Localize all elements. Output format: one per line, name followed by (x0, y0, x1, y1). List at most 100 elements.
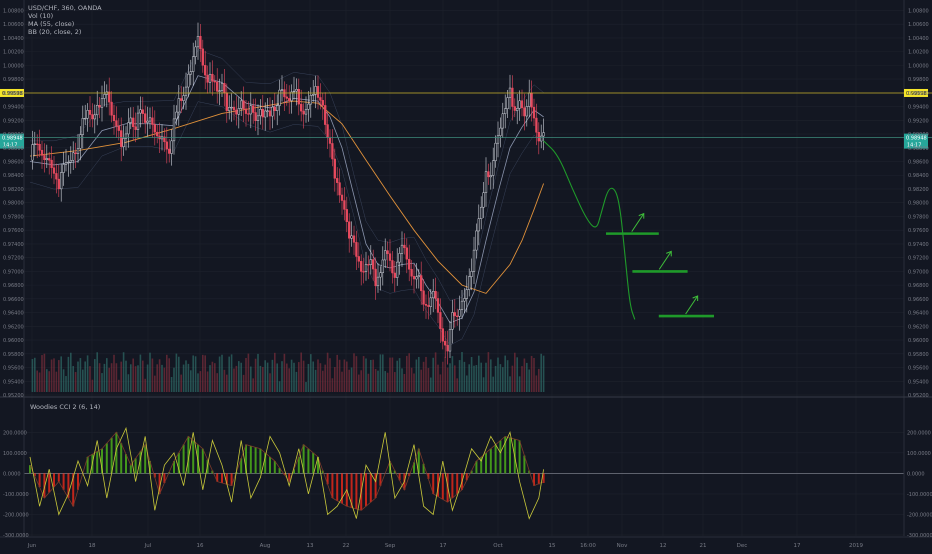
candle-body (352, 235, 356, 243)
candle-body (153, 124, 156, 133)
cci-histogram-bar (509, 437, 511, 474)
volume-bar (456, 378, 458, 392)
candle-body (67, 161, 70, 164)
candle-body (194, 46, 197, 57)
cci-legend[interactable]: Woodies CCI 2 (6, 14) (30, 403, 100, 411)
candle-body (134, 126, 137, 130)
volume-bar (233, 368, 235, 392)
volume-bar (521, 366, 523, 392)
cci-histogram-bar (57, 473, 60, 482)
volume-bar (82, 369, 84, 392)
cci-tick-label-right: 200.0000 (907, 430, 931, 436)
volume-bar (106, 358, 108, 392)
volume-bar (91, 379, 94, 392)
price-tick-label-right: 0.96000 (908, 338, 929, 344)
time-tick-label: 12 (660, 543, 667, 549)
candle-body (338, 182, 341, 196)
candle-body (300, 103, 303, 112)
volume-bar (74, 372, 77, 392)
candle-body (532, 106, 536, 119)
symbol-title[interactable]: USD/CHF, 360, OANDA (28, 4, 102, 12)
price-tick-label-left: 0.97200 (3, 256, 24, 262)
candle-body (213, 81, 216, 83)
candle-body (405, 247, 408, 260)
time-tick-label: Aug (260, 543, 271, 549)
price-tick-label-left: 0.98600 (3, 160, 24, 166)
candle-body (376, 276, 380, 287)
volume-bar (218, 356, 221, 392)
volume-bar (451, 356, 454, 392)
time-tick-label: Jun (27, 543, 37, 549)
volume-bar (458, 360, 461, 392)
candle-body (487, 171, 490, 178)
volume-bar (283, 353, 286, 392)
volume-bar (182, 364, 185, 392)
volume-bar (487, 352, 490, 392)
candle-body (391, 260, 394, 274)
volume-bar (216, 373, 218, 392)
price-tick-label-right: 0.97200 (908, 256, 929, 262)
candle-body (340, 194, 344, 201)
bb-legend[interactable]: BB (20, close, 2) (28, 28, 102, 36)
candle-body (396, 261, 399, 278)
candle-body (326, 124, 329, 138)
candle-body (463, 298, 466, 302)
cci-histogram-bar (182, 444, 185, 474)
cci-histogram-bar (269, 456, 271, 474)
price-tick-label-right: 0.98000 (908, 201, 929, 207)
candle-body (364, 264, 368, 272)
candle-body (268, 110, 272, 117)
candle-body (31, 144, 34, 161)
candle-body (470, 271, 473, 277)
volume-bar (259, 365, 262, 392)
candle-body (199, 35, 202, 50)
cci-histogram-bar (355, 473, 358, 509)
candle-body (40, 149, 44, 156)
price-tick-label-right: 1.00400 (908, 36, 929, 42)
volume-bar (151, 358, 154, 392)
price-tick-label-right: 1.00600 (908, 22, 929, 28)
volume-bar (444, 356, 446, 392)
volume-bar (43, 353, 46, 392)
volume-bar (382, 354, 384, 392)
volume-bar (55, 371, 58, 392)
candle-body (86, 110, 89, 119)
volume-bar (103, 363, 106, 392)
volume-bar (94, 359, 96, 392)
cci-histogram-bar (254, 447, 257, 474)
ma-legend[interactable]: MA (55, close) (28, 20, 102, 28)
volume-bar (187, 363, 190, 392)
candle-body (170, 140, 173, 154)
volume-bar (53, 358, 55, 392)
cci-histogram-bar (441, 473, 444, 500)
volume-bar (250, 366, 252, 392)
price-tick-label-left: 1.00000 (3, 63, 24, 69)
time-tick-label: 13 (307, 543, 314, 549)
cci-histogram-bar (125, 454, 127, 474)
volume-bar (348, 369, 350, 392)
candle-body (62, 164, 65, 173)
candle-body (144, 113, 147, 123)
candle-body (530, 92, 533, 108)
candle-body (432, 291, 435, 299)
candle-body (237, 108, 240, 115)
volume-bar (278, 381, 281, 392)
candle-body (141, 109, 144, 114)
time-tick-label: Sep (385, 543, 396, 549)
time-tick-label: 22 (343, 543, 350, 549)
volume-bar (154, 375, 156, 392)
volume-bar (254, 358, 257, 392)
price-tick-label-left: 0.97000 (3, 269, 24, 275)
volume-bar (324, 364, 326, 392)
chart-canvas[interactable]: 0.995980.9894814:170.995980.9894814:17 1… (0, 0, 932, 550)
volume-bar (60, 356, 62, 392)
volume-bar (226, 374, 228, 392)
candle-body (381, 259, 384, 274)
price-tick-label-right: 1.00800 (908, 8, 929, 14)
volume-bar (336, 354, 338, 392)
cci-tick-label-right: 100.0000 (907, 451, 931, 457)
candle-body (52, 167, 56, 174)
candle-body (369, 259, 372, 265)
candle-body (96, 104, 99, 116)
vol-legend[interactable]: Vol (10) (28, 12, 102, 20)
